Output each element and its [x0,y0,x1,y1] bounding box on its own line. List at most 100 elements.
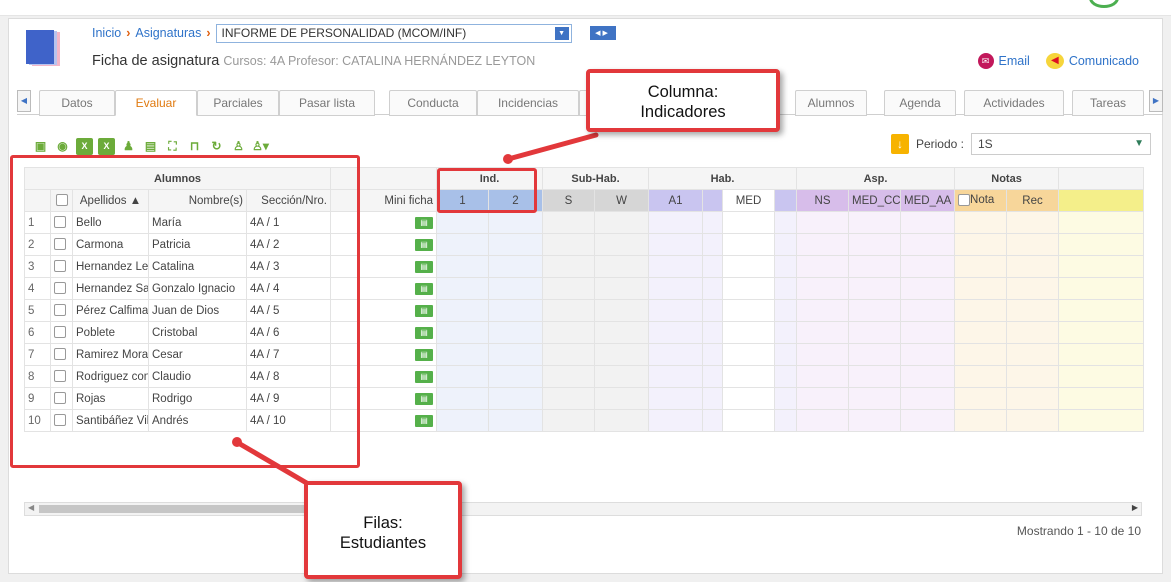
mini-ficha-icon[interactable]: ▤ [415,305,433,317]
grade-cell-ind-1[interactable] [436,409,489,432]
grade-cell-nota[interactable] [954,233,1008,256]
grade-cell-sub-s[interactable] [542,365,595,388]
expand-icon[interactable]: ⛶ [164,138,181,155]
row-checkbox[interactable] [54,392,66,405]
grade-cell-asp-med-aa[interactable] [900,299,956,322]
col-hab-med[interactable]: MED [722,189,775,212]
grade-cell-ind-1[interactable] [436,387,489,410]
user-more-icon[interactable]: ♙▾ [252,138,269,155]
grade-cell-asp-med-cc[interactable] [848,211,902,234]
grade-cell-sub-s[interactable] [542,233,595,256]
period-select[interactable]: 1S ▼ [971,133,1151,155]
grade-cell-asp-med-aa[interactable] [900,343,956,366]
grade-cell-asp-med-cc[interactable] [848,299,902,322]
mini-ficha-icon[interactable]: ▤ [415,415,433,427]
grade-cell-hab-blank[interactable] [702,233,723,256]
scroll-left-icon[interactable]: ◀ [28,503,34,512]
grade-cell-asp-ns[interactable] [796,277,850,300]
grade-cell-asp-ns[interactable] [796,387,850,410]
grade-cell-hab-a1[interactable] [648,343,703,366]
grade-cell-hab-blank[interactable] [773,299,798,322]
horizontal-scrollbar[interactable]: ◀ ▶ [24,502,1142,516]
tab-tareas[interactable]: Tareas [1072,90,1144,116]
grade-cell-hab-blank[interactable] [773,255,798,278]
grade-cell-extra[interactable] [1058,299,1144,322]
grade-cell-hab-blank[interactable] [773,321,798,344]
email-button[interactable]: ✉ Email [977,53,1030,69]
grade-cell-hab-blank[interactable] [702,409,723,432]
grade-cell-nota[interactable] [954,365,1008,388]
grade-cell-ind-2[interactable] [488,387,543,410]
grade-cell-sub-w[interactable] [594,343,649,366]
table-row[interactable]: 7 Ramirez MoralesCesar4A / 7 ▤ [24,343,1144,366]
grade-cell-asp-ns[interactable] [796,409,850,432]
mini-ficha-icon[interactable]: ▤ [415,261,433,273]
row-checkbox[interactable] [54,216,66,229]
grade-cell-sub-s[interactable] [542,387,595,410]
grade-cell-hab-blank[interactable] [702,255,723,278]
grade-cell-ind-1[interactable] [436,365,489,388]
table-row[interactable]: 8 Rodriguez conejeClaudio4A / 8 ▤ [24,365,1144,388]
grade-cell-rec[interactable] [1006,365,1060,388]
mini-ficha-icon[interactable]: ▤ [415,239,433,251]
grade-cell-asp-ns[interactable] [796,255,850,278]
table-row[interactable]: 10 Santibáñez VillalAndrés4A / 10 ▤ [24,409,1144,432]
grade-cell-ind-2[interactable] [488,409,543,432]
grade-cell-ind-2[interactable] [488,255,543,278]
grade-cell-sub-s[interactable] [542,277,595,300]
table-row[interactable]: 4 Hernandez SanhGonzalo Ignacio4A / 4 ▤ [24,277,1144,300]
grade-cell-hab-med[interactable] [722,299,775,322]
grade-cell-hab-a1[interactable] [648,321,703,344]
calculator-icon[interactable]: ▤ [142,138,159,155]
grade-cell-sub-s[interactable] [542,321,595,344]
grade-cell-sub-s[interactable] [542,409,595,432]
tab-scroll-right-icon[interactable]: ▶ [1149,90,1163,112]
grade-cell-hab-blank[interactable] [702,299,723,322]
grade-cell-sub-s[interactable] [542,255,595,278]
grade-cell-hab-med[interactable] [722,255,775,278]
grade-cell-hab-a1[interactable] [648,277,703,300]
grade-cell-ind-2[interactable] [488,299,543,322]
grade-cell-asp-med-cc[interactable] [848,255,902,278]
mini-ficha-icon[interactable]: ▤ [415,349,433,361]
grade-cell-asp-med-aa[interactable] [900,365,956,388]
grade-cell-sub-s[interactable] [542,343,595,366]
mini-ficha-icon[interactable]: ▤ [415,327,433,339]
grade-cell-asp-med-aa[interactable] [900,321,956,344]
grade-cell-ind-1[interactable] [436,211,489,234]
nota-checkbox[interactable] [958,194,971,207]
excel-export-icon[interactable]: X [76,137,93,155]
grade-cell-hab-a1[interactable] [648,409,703,432]
grade-cell-ind-1[interactable] [436,233,489,256]
grade-cell-extra[interactable] [1058,343,1144,366]
grade-cell-hab-blank[interactable] [773,387,798,410]
grade-cell-asp-med-aa[interactable] [900,387,956,410]
tab-evaluar[interactable]: Evaluar [115,90,197,116]
grade-cell-nota[interactable] [954,409,1008,432]
breadcrumb-home-link[interactable]: Inicio [92,26,121,40]
grade-cell-hab-blank[interactable] [773,365,798,388]
user-search-icon[interactable]: ♙ [230,138,247,155]
grade-cell-hab-med[interactable] [722,409,775,432]
grade-cell-nota[interactable] [954,277,1008,300]
grade-cell-nota[interactable] [954,255,1008,278]
grade-cell-ind-2[interactable] [488,233,543,256]
grade-cell-asp-med-aa[interactable] [900,409,956,432]
mini-ficha-icon[interactable]: ▤ [415,217,433,229]
grade-cell-extra[interactable] [1058,255,1144,278]
grade-cell-hab-med[interactable] [722,233,775,256]
grade-cell-rec[interactable] [1006,387,1060,410]
col-apellidos[interactable]: Apellidos ▲ [72,189,149,212]
grade-cell-sub-w[interactable] [594,321,649,344]
grade-cell-rec[interactable] [1006,277,1060,300]
tab-pasar-lista[interactable]: Pasar lista [279,90,375,116]
grade-cell-sub-w[interactable] [594,299,649,322]
grade-cell-nota[interactable] [954,387,1008,410]
breadcrumb-subjects-link[interactable]: Asignaturas [135,26,201,40]
grade-cell-nota[interactable] [954,299,1008,322]
grade-cell-extra[interactable] [1058,277,1144,300]
grade-cell-hab-blank[interactable] [773,343,798,366]
grade-cell-sub-w[interactable] [594,277,649,300]
grade-cell-hab-blank[interactable] [702,211,723,234]
tab-actividades[interactable]: Actividades [964,90,1064,116]
